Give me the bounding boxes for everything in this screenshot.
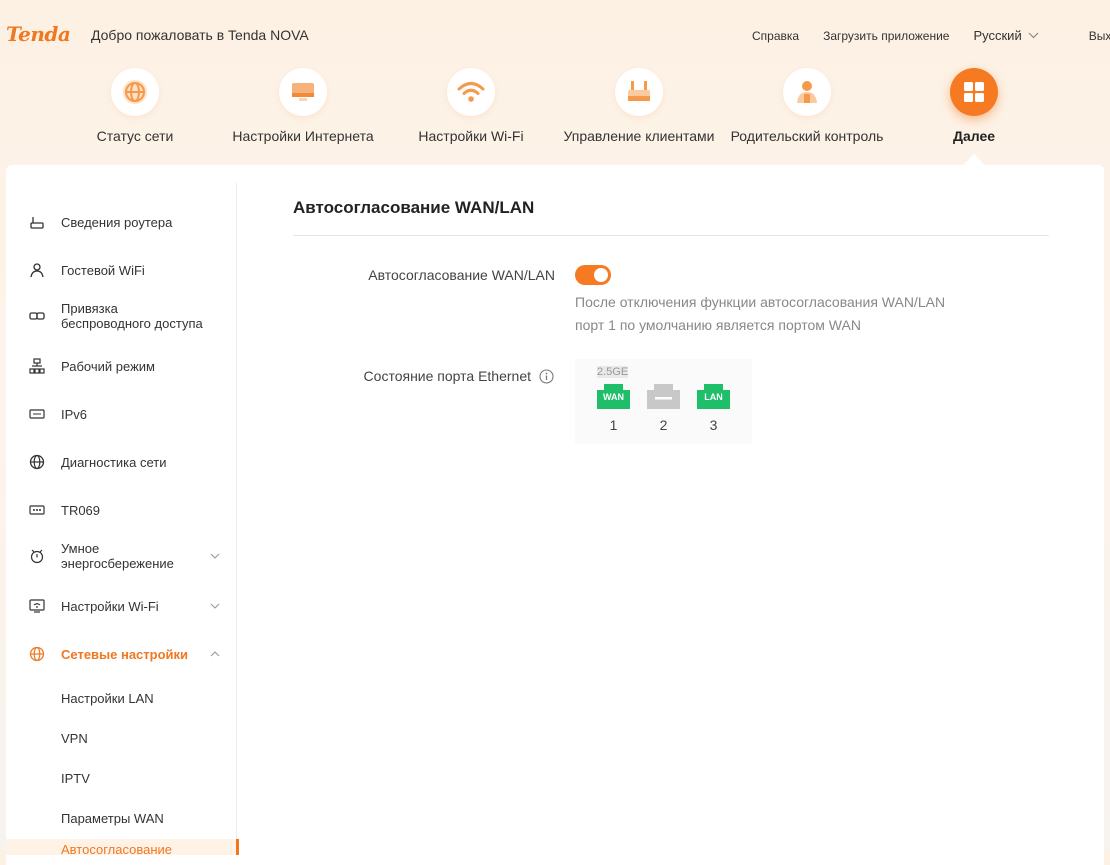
- nav-client-management[interactable]: Управление клиентами: [562, 68, 716, 144]
- wifi-settings-icon: [29, 599, 45, 613]
- sidebar-item-label: Сетевые настройки: [61, 646, 189, 662]
- globe-icon: [29, 646, 45, 662]
- top-bar: Tenda Добро пожаловать в Tenda NOVA Спра…: [0, 0, 1110, 70]
- sidebar-item-router-info[interactable]: Сведения роутера: [6, 213, 236, 231]
- nav-label: Далее: [952, 128, 996, 144]
- divider: [293, 235, 1049, 236]
- sidebar-item-tr069[interactable]: TR069: [6, 501, 236, 519]
- sidebar-subitem-iptv[interactable]: IPTV: [61, 771, 90, 786]
- ethernet-ports-panel: 2.5GE WAN 1 2 LAN 3: [575, 359, 752, 444]
- wifi-icon: [457, 82, 485, 102]
- sidebar-subitem-wan-params[interactable]: Параметры WAN: [61, 811, 164, 826]
- sidebar-item-label: Настройки Wi-Fi: [61, 598, 159, 614]
- sidebar-item-wifi-settings[interactable]: Настройки Wi-Fi: [6, 597, 236, 615]
- autoneg-toggle[interactable]: [575, 265, 611, 285]
- language-label: Русский: [973, 28, 1022, 43]
- sidebar-item-network-diagnostics[interactable]: Диагностика сети: [6, 453, 236, 471]
- hint-line: порт 1 по умолчанию является портом WAN: [575, 317, 861, 333]
- info-icon[interactable]: [539, 369, 554, 384]
- port-number: 2: [659, 417, 668, 433]
- main-card: Сведения роутера Гостевой WiFi Привязка …: [6, 165, 1104, 865]
- sidebar: Сведения роутера Гостевой WiFi Привязка …: [6, 183, 239, 855]
- nav-label: Настройки Интернета: [232, 128, 374, 144]
- sidebar-item-network-settings[interactable]: Сетевые настройки: [6, 645, 236, 663]
- guest-icon: [30, 263, 44, 278]
- sidebar-item-label: Привязка беспроводного доступа: [61, 301, 203, 331]
- sidebar-subitem-autoneg[interactable]: Автосогласование: [6, 839, 239, 855]
- download-app-link[interactable]: Загрузить приложение: [823, 29, 949, 43]
- logout-link[interactable]: Выход: [1089, 29, 1110, 43]
- nav-more[interactable]: Далее: [934, 68, 1014, 144]
- parent-icon: [797, 81, 817, 103]
- page-title: Автосогласование WAN/LAN: [293, 198, 535, 217]
- language-select[interactable]: Русский: [973, 28, 1039, 43]
- ethernet-port-2: 2: [647, 384, 680, 433]
- sidebar-item-label: Гостевой WiFi: [61, 262, 145, 278]
- nav-active-pointer: [964, 153, 984, 165]
- sidebar-item-smart-energy[interactable]: Умное энергосбережение: [6, 541, 236, 571]
- sidebar-item-ipv6[interactable]: IPv6: [6, 405, 236, 423]
- nav-label: Статус сети: [96, 128, 174, 144]
- router-info-icon: [30, 217, 44, 229]
- sidebar-subitem-label: Автосогласование: [61, 842, 173, 855]
- nav-parental-control[interactable]: Родительский контроль: [729, 68, 885, 144]
- sidebar-item-label: TR069: [61, 502, 101, 518]
- ethernet-status-label: Состояние порта Ethernet: [363, 368, 531, 384]
- alarm-icon: [30, 549, 44, 564]
- welcome-text: Добро пожаловать в Tenda NOVA: [91, 27, 309, 43]
- nav-label: Управление клиентами: [563, 128, 715, 144]
- main-nav: Статус сети Настройки Интернета Настройк…: [0, 68, 1110, 164]
- nav-label: Родительский контроль: [730, 128, 884, 144]
- help-link[interactable]: Справка: [752, 29, 799, 43]
- chevron-up-icon: [210, 651, 220, 657]
- sidebar-item-wireless-binding[interactable]: Привязка беспроводного доступа: [6, 301, 236, 331]
- grid-icon: [964, 82, 984, 102]
- sidebar-item-label: Рабочий режим: [61, 358, 155, 374]
- top-links: Справка Загрузить приложение Русский Вых…: [752, 28, 1110, 43]
- autoneg-label: Автосогласование WAN/LAN: [368, 267, 555, 283]
- nav-wifi-settings[interactable]: Настройки Wi-Fi: [416, 68, 526, 144]
- globe-icon: [29, 454, 45, 470]
- sidebar-item-label: Диагностика сети: [61, 454, 167, 470]
- nav-label: Настройки Wi-Fi: [418, 128, 524, 144]
- tenda-logo[interactable]: Tenda: [6, 22, 71, 46]
- port-role-label: WAN: [603, 392, 624, 402]
- ethernet-port-icon: [647, 384, 680, 409]
- monitor-icon: [292, 83, 314, 101]
- ge-speed-label: 2.5GE: [597, 366, 629, 378]
- nav-internet-settings[interactable]: Настройки Интернета: [230, 68, 376, 144]
- sidebar-subitem-lan-settings[interactable]: Настройки LAN: [61, 691, 154, 706]
- ethernet-port-3: LAN 3: [697, 384, 730, 433]
- chevron-down-icon: [210, 553, 220, 559]
- autoneg-hint: После отключения функции автосогласовани…: [575, 291, 995, 337]
- topology-icon: [29, 358, 45, 374]
- ethernet-port-1: WAN 1: [597, 384, 630, 433]
- sidebar-item-label: Сведения роутера: [61, 214, 173, 230]
- tr069-icon: [29, 505, 45, 515]
- sidebar-item-label: IPv6: [61, 406, 88, 422]
- port-role-label: LAN: [704, 392, 723, 402]
- nav-network-status[interactable]: Статус сети: [90, 68, 180, 144]
- hint-line: После отключения функции автосогласовани…: [575, 294, 946, 310]
- globe-icon: [123, 80, 147, 104]
- port-number: 1: [609, 417, 618, 433]
- sidebar-item-label: Умное энергосбережение: [61, 541, 174, 571]
- sidebar-item-work-mode[interactable]: Рабочий режим: [6, 357, 236, 375]
- chevron-down-icon: [210, 603, 220, 609]
- sidebar-item-guest-wifi[interactable]: Гостевой WiFi: [6, 261, 236, 279]
- router-icon: [628, 81, 650, 101]
- ipv6-icon: [29, 409, 45, 419]
- toggle-knob: [594, 268, 608, 282]
- sidebar-subitem-vpn[interactable]: VPN: [61, 731, 88, 746]
- link-icon: [29, 312, 45, 320]
- chevron-down-icon: [1028, 32, 1039, 39]
- port-number: 3: [709, 417, 718, 433]
